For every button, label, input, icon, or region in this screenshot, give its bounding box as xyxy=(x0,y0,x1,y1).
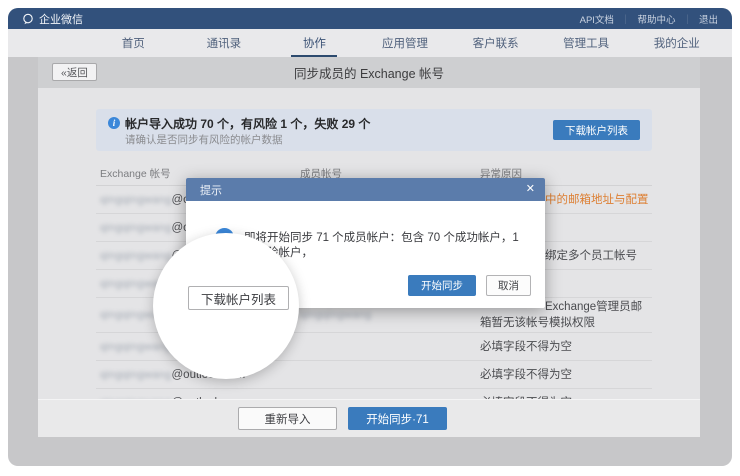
error-reason-cell: 必填字段不得为空 xyxy=(480,339,652,355)
tab-admin-tools[interactable]: 管理工具 xyxy=(541,29,632,57)
reimport-button[interactable]: 重新导入 xyxy=(238,407,337,430)
masked-username: qingqingwang xyxy=(100,341,172,353)
topbar-separator: ｜ xyxy=(621,12,631,26)
tab-my-company[interactable]: 我的企业 xyxy=(631,29,722,57)
error-reason: 必填字段不得为空 xyxy=(480,369,572,381)
page-footer: 重新导入 开始同步·71 xyxy=(38,399,700,437)
dialog-message: 即将开始同步 71 个成员帐户：包含 70 个成功帐户，1 个风险帐户， xyxy=(244,231,524,261)
logout-link[interactable]: 退出 xyxy=(699,12,718,26)
help-center-link[interactable]: 帮助中心 xyxy=(637,12,675,26)
member-account-cell: qingqingwang xyxy=(300,309,480,321)
dialog-cancel-button[interactable]: 取消 xyxy=(486,275,531,296)
main-nav: 首页 通讯录 协作 应用管理 客户联系 管理工具 我的企业 xyxy=(8,29,732,57)
app-window: 企业微信 API文档 ｜ 帮助中心 ｜ 退出 首页 通讯录 协作 应用管理 客户… xyxy=(8,8,732,466)
tab-contacts[interactable]: 通讯录 xyxy=(179,29,270,57)
masked-username: qingqingwang xyxy=(100,250,172,262)
import-result-headline: 帐户导入成功 70 个，有风险 1 个，失败 29 个 xyxy=(125,115,370,132)
topbar-links: API文档 ｜ 帮助中心 ｜ 退出 xyxy=(580,12,718,26)
tab-customer-contact[interactable]: 客户联系 xyxy=(450,29,541,57)
spotlight-download-account-list-button[interactable]: 下载帐户列表 xyxy=(188,286,289,310)
masked-username: qingqingwang xyxy=(100,369,172,381)
wechat-work-logo-icon xyxy=(22,13,34,25)
import-result-banner: i 帐户导入成功 70 个，有风险 1 个，失败 29 个 请确认是否同步有风险… xyxy=(96,109,652,151)
dialog-title: 提示 xyxy=(200,182,222,198)
tab-home[interactable]: 首页 xyxy=(88,29,179,57)
dialog-header: 提示 ✕ xyxy=(186,178,545,201)
topbar: 企业微信 API文档 ｜ 帮助中心 ｜ 退出 xyxy=(8,8,732,29)
api-doc-link[interactable]: API文档 xyxy=(580,12,614,26)
topbar-separator: ｜ xyxy=(682,12,692,26)
masked-member-name: qingqingwang xyxy=(300,309,372,321)
page-title: 同步成员的 Exchange 帐号 xyxy=(294,63,444,82)
back-button[interactable]: «返回 xyxy=(52,63,97,81)
download-account-list-button[interactable]: 下载帐户列表 xyxy=(553,120,640,140)
masked-username: qingqingwang xyxy=(100,194,172,206)
tab-collaboration[interactable]: 协作 xyxy=(269,29,360,57)
brand: 企业微信 xyxy=(22,11,83,27)
table-row: qingqingwang@outlook.com 必填字段不得为空 xyxy=(96,361,652,389)
screenshot-stage: 企业微信 API文档 ｜ 帮助中心 ｜ 退出 首页 通讯录 协作 应用管理 客户… xyxy=(0,0,740,476)
import-result-subline: 请确认是否同步有风险的帐户数据 xyxy=(125,132,283,147)
error-reason-cell: 必填字段不得为空 xyxy=(480,367,652,383)
start-sync-button[interactable]: 开始同步·71 xyxy=(348,407,447,430)
tab-app-management[interactable]: 应用管理 xyxy=(360,29,451,57)
panel-header: «返回 同步成员的 Exchange 帐号 xyxy=(38,57,700,88)
info-icon: i xyxy=(108,117,120,129)
masked-username: qingqingwang xyxy=(100,222,172,234)
brand-label: 企业微信 xyxy=(39,11,83,27)
close-icon[interactable]: ✕ xyxy=(526,182,535,196)
error-reason: 必填字段不得为空 xyxy=(480,341,572,353)
dialog-confirm-button[interactable]: 开始同步 xyxy=(408,275,476,296)
